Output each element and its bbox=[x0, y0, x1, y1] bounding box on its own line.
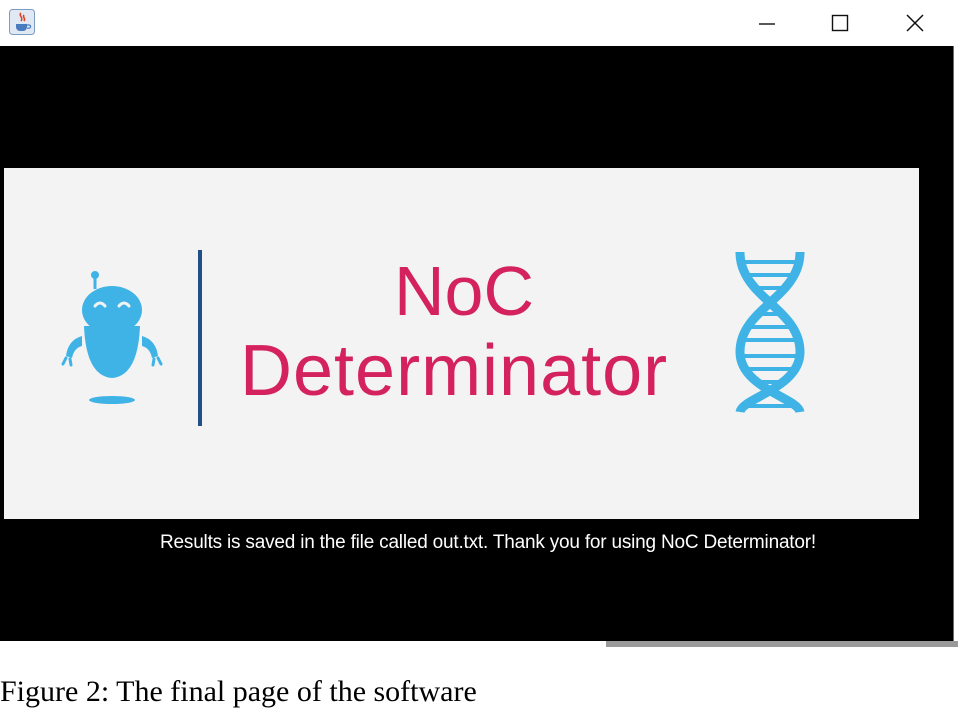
minimize-button[interactable] bbox=[735, 0, 799, 46]
logo-title-determinator: Determinator bbox=[240, 331, 669, 411]
app-window: NoC Determinator Results is saved in the… bbox=[0, 0, 954, 641]
title-bar[interactable] bbox=[0, 0, 954, 46]
logo-title-noc: NoC bbox=[394, 252, 535, 330]
close-icon bbox=[906, 14, 924, 32]
dna-helix-icon bbox=[735, 251, 805, 414]
logo-banner: NoC Determinator bbox=[4, 168, 919, 519]
minimize-icon bbox=[759, 23, 775, 25]
close-button[interactable] bbox=[883, 0, 947, 46]
result-message: Results is saved in the file called out.… bbox=[160, 532, 816, 553]
window-shadow bbox=[606, 641, 958, 647]
robot-icon bbox=[61, 271, 163, 404]
figure-caption: Figure 2: The final page of the software bbox=[0, 675, 477, 708]
maximize-icon bbox=[831, 14, 849, 32]
maximize-button[interactable] bbox=[808, 0, 872, 46]
logo-divider bbox=[198, 250, 202, 426]
java-cup-icon[interactable] bbox=[9, 9, 35, 35]
